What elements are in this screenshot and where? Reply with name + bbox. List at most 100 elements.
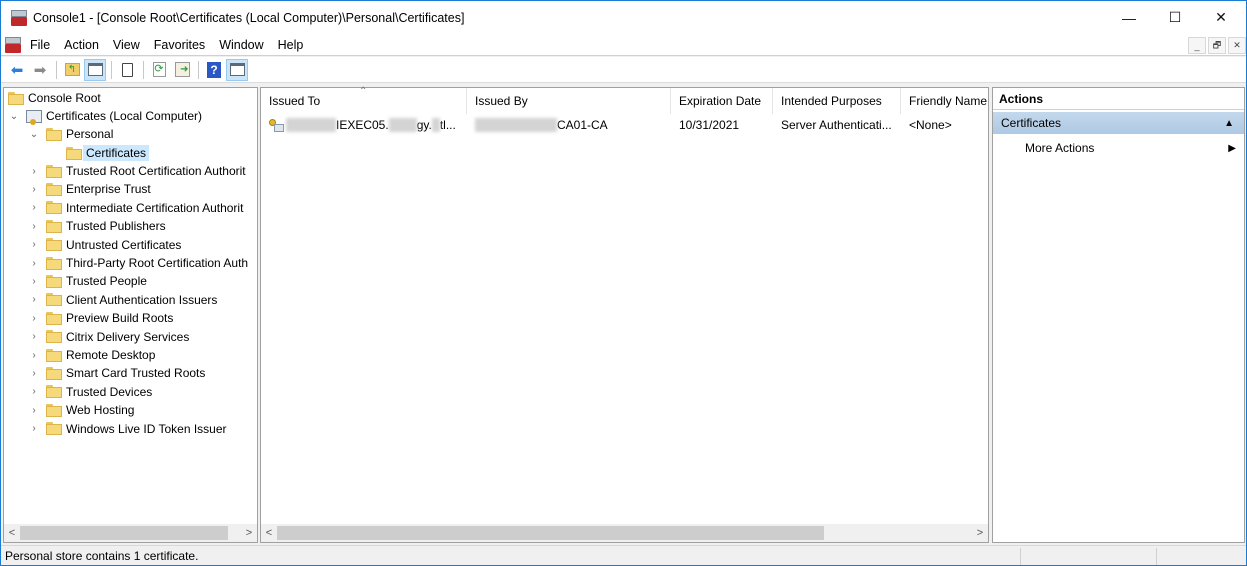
tree-node-store[interactable]: › Web Hosting — [28, 401, 134, 419]
scroll-thumb[interactable] — [20, 526, 228, 540]
chevron-down-icon[interactable]: ⌄ — [8, 111, 20, 122]
chevron-right-icon[interactable]: › — [28, 313, 40, 324]
tree-node-store[interactable]: › Trusted Publishers — [28, 217, 165, 235]
chevron-right-icon[interactable]: › — [28, 350, 40, 361]
folder-icon — [46, 274, 62, 288]
folder-icon — [8, 91, 24, 105]
chevron-right-icon[interactable]: › — [28, 423, 40, 434]
column-header-intended-purposes[interactable]: Intended Purposes — [773, 88, 901, 114]
tree-horizontal-scrollbar[interactable]: < > — [4, 524, 257, 542]
column-header-expiration-date[interactable]: Expiration Date — [671, 88, 773, 114]
help-button[interactable]: ? — [203, 59, 225, 81]
chevron-right-icon[interactable]: › — [28, 386, 40, 397]
chevron-right-icon[interactable]: › — [28, 294, 40, 305]
forward-button[interactable]: ➡ — [29, 59, 51, 81]
tree-node-store[interactable]: › Preview Build Roots — [28, 309, 173, 327]
column-label: Intended Purposes — [781, 94, 882, 108]
column-header-issued-to[interactable]: Issued To ⌃ — [261, 86, 467, 114]
mdi-minimize-button[interactable]: _ — [1188, 37, 1206, 54]
cell-expiration-date: 10/31/2021 — [679, 118, 740, 132]
tree-node-store[interactable]: › Remote Desktop — [28, 346, 155, 364]
chevron-right-icon[interactable]: › — [28, 331, 40, 342]
minimize-button[interactable]: — — [1106, 1, 1152, 34]
close-button[interactable]: ✕ — [1198, 1, 1244, 34]
tree-node-store[interactable]: › Third-Party Root Certification Auth — [28, 254, 248, 272]
maximize-button[interactable]: ☐ — [1152, 1, 1198, 34]
tree-node-personal-certificates[interactable]: Certificates — [66, 144, 150, 162]
mmc-document-icon[interactable] — [5, 36, 21, 53]
column-label: Friendly Name — [909, 94, 988, 108]
tree-node-personal[interactable]: ⌄ Personal — [28, 125, 114, 143]
tree-node-store[interactable]: › Enterprise Trust — [28, 180, 150, 198]
mdi-restore-button[interactable]: 🗗 — [1208, 37, 1226, 54]
menu-action[interactable]: Action — [57, 38, 106, 52]
tree-node-store[interactable]: › Trusted People — [28, 272, 147, 290]
actions-section-certificates[interactable]: Certificates ▲ — [993, 112, 1244, 134]
tree-node-store[interactable]: › Citrix Delivery Services — [28, 328, 189, 346]
refresh-button[interactable]: ⟳ — [148, 59, 170, 81]
redacted-text — [286, 118, 336, 132]
chevron-right-icon[interactable]: › — [28, 202, 40, 213]
tree-node-store[interactable]: › Smart Card Trusted Roots — [28, 364, 205, 382]
menu-view[interactable]: View — [106, 38, 147, 52]
status-text: Personal store contains 1 certificate. — [5, 548, 199, 563]
chevron-right-icon[interactable]: › — [28, 276, 40, 287]
tree-node-label: Web Hosting — [66, 403, 135, 418]
mmc-app-icon — [11, 9, 29, 26]
menu-help[interactable]: Help — [271, 38, 311, 52]
tree-node-store[interactable]: › Windows Live ID Token Issuer — [28, 420, 226, 438]
chevron-right-icon[interactable]: › — [28, 368, 40, 379]
scroll-left-arrow[interactable]: < — [4, 527, 20, 539]
scroll-left-arrow[interactable]: < — [261, 527, 277, 539]
results-horizontal-scrollbar[interactable]: < > — [261, 524, 988, 542]
tree-node-label: Smart Card Trusted Roots — [66, 366, 206, 381]
certificate-icon — [269, 118, 284, 132]
show-hide-tree-button[interactable] — [84, 58, 106, 81]
show-hide-action-pane-button[interactable] — [226, 58, 248, 81]
chevron-down-icon[interactable]: ⌄ — [28, 129, 40, 140]
clipboard-icon — [121, 62, 133, 77]
tree-node-label: Certificates (Local Computer) — [46, 109, 203, 123]
menu-window[interactable]: Window — [212, 38, 270, 52]
chevron-right-icon[interactable]: › — [28, 221, 40, 232]
chevron-right-icon[interactable]: › — [28, 258, 40, 269]
scroll-thumb[interactable] — [277, 526, 824, 540]
tree-node-label: Untrusted Certificates — [66, 237, 182, 252]
chevron-right-icon[interactable]: › — [28, 405, 40, 416]
tree-node-store[interactable]: › Client Authentication Issuers — [28, 291, 217, 309]
tree-node-console-root[interactable]: Console Root — [8, 89, 101, 107]
chevron-right-icon[interactable]: › — [28, 184, 40, 195]
column-label: Issued To — [269, 94, 321, 108]
folder-icon — [46, 293, 62, 307]
tree-node-store[interactable]: › Intermediate Certification Authorit — [28, 199, 243, 217]
title-bar: Console1 - [Console Root\Certificates (L… — [1, 1, 1246, 34]
folder-icon — [46, 182, 62, 196]
export-button[interactable]: ➜ — [171, 59, 193, 81]
export-list-button[interactable] — [116, 59, 138, 81]
tree-node-label: Preview Build Roots — [66, 311, 174, 326]
tree-node-store[interactable]: › Untrusted Certificates — [28, 236, 181, 254]
issued-to-text: tl... — [439, 118, 456, 132]
tree-node-store[interactable]: › Trusted Root Certification Authorit — [28, 162, 245, 180]
mdi-close-button[interactable]: ✕ — [1228, 37, 1246, 54]
menu-favorites[interactable]: Favorites — [147, 38, 212, 52]
tree-node-certificates-local-computer[interactable]: ⌄ Certificates (Local Computer) — [8, 107, 202, 125]
column-header-friendly-name[interactable]: Friendly Name — [901, 88, 989, 114]
tree-node-store[interactable]: › Trusted Devices — [28, 383, 152, 401]
folder-up-icon: ↰ — [64, 63, 80, 76]
scroll-right-arrow[interactable]: > — [972, 527, 988, 539]
column-header-issued-by[interactable]: Issued By — [467, 88, 671, 114]
up-one-level-button[interactable]: ↰ — [61, 59, 83, 81]
redacted-text — [431, 118, 440, 132]
back-button[interactable]: ⬅ — [6, 59, 28, 81]
tree-node-label: Certificates — [83, 145, 150, 161]
chevron-right-icon[interactable]: › — [28, 166, 40, 177]
tree-node-label: Console Root — [28, 91, 101, 105]
action-more-actions[interactable]: More Actions ▶ — [993, 138, 1244, 158]
chevron-right-icon[interactable]: › — [28, 239, 40, 250]
collapse-up-icon[interactable]: ▲ — [1224, 118, 1234, 129]
tree-node-label: Citrix Delivery Services — [66, 329, 190, 344]
scroll-right-arrow[interactable]: > — [241, 527, 257, 539]
cell-intended-purposes: Server Authenticati... — [781, 118, 892, 132]
menu-file[interactable]: File — [23, 38, 57, 52]
